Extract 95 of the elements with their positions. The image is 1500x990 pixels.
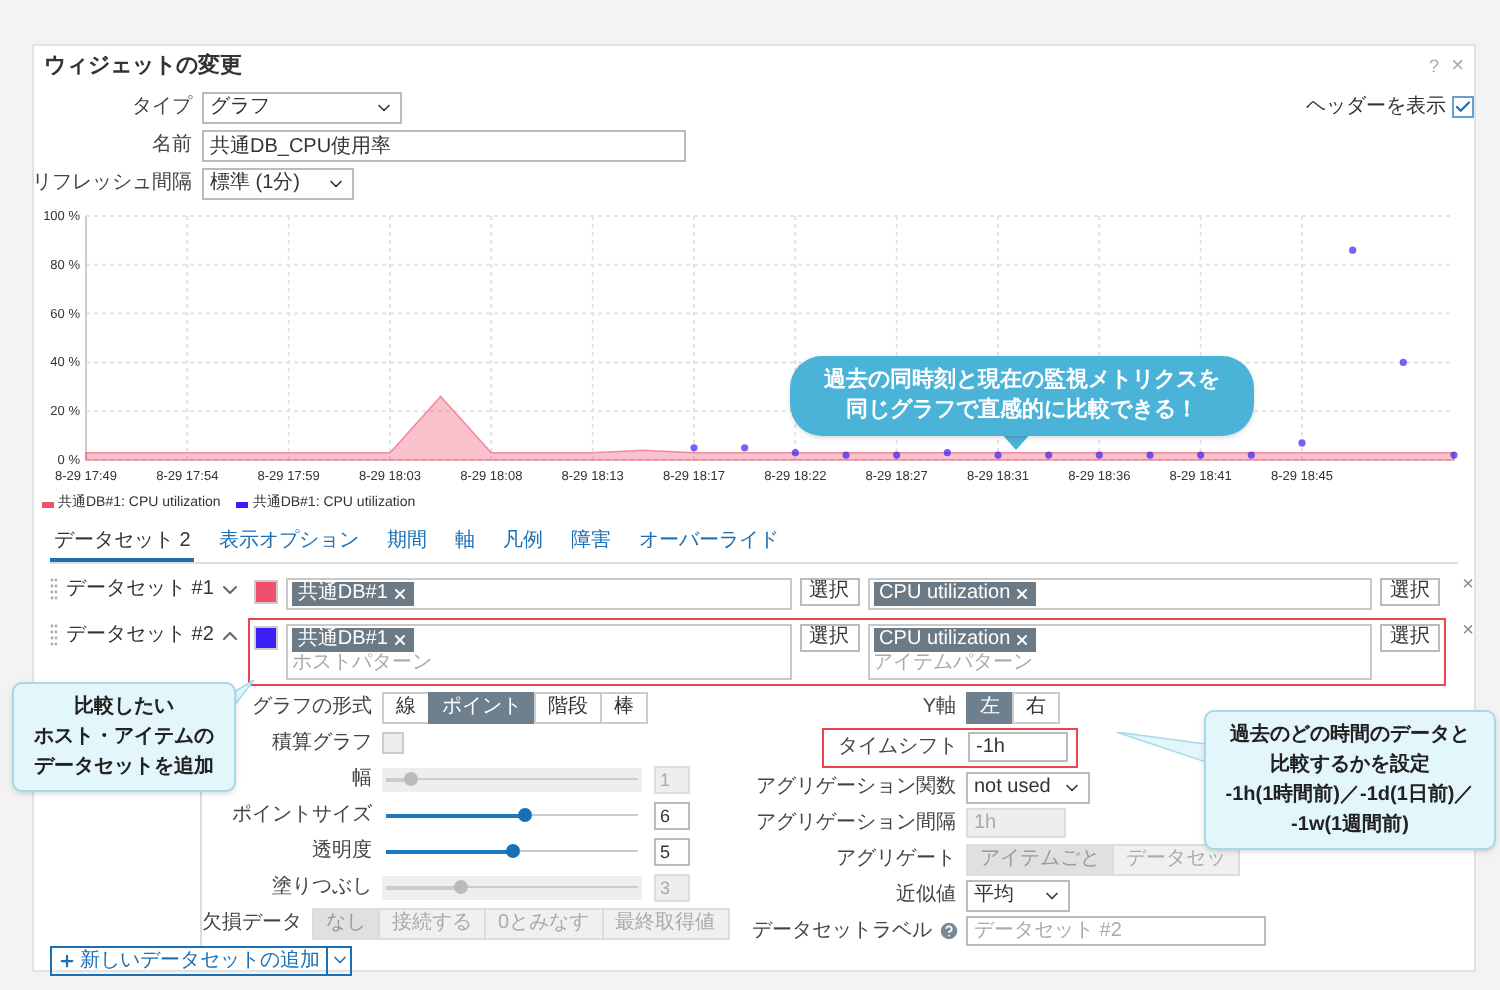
remove-icon[interactable]: [391, 585, 408, 601]
plus-icon: [58, 951, 76, 969]
value-field[interactable]: 6: [654, 801, 690, 829]
tab[interactable]: 障害: [566, 525, 615, 561]
remove-button[interactable]: ×: [1462, 619, 1475, 643]
data-point: [842, 450, 850, 458]
remove-button[interactable]: ×: [1462, 573, 1475, 597]
value-field[interactable]: 5: [654, 837, 690, 865]
color-swatch[interactable]: [253, 579, 278, 603]
select-button[interactable]: 選択: [799, 577, 860, 605]
checkbox[interactable]: [1452, 96, 1474, 118]
data-point: [690, 443, 698, 451]
callout-bubble: 過去の同時刻と現在の監視メトリクスを 同じグラフで直感的に比較できる！: [790, 356, 1254, 436]
check-icon: [1454, 98, 1472, 116]
field-label: タイプ: [132, 93, 192, 121]
remove-icon[interactable]: [391, 631, 408, 647]
slider-thumb[interactable]: [505, 844, 519, 858]
field-label: データセットラベル: [750, 917, 934, 945]
item-field[interactable]: CPU utilization アイテムパターン: [867, 623, 1373, 679]
dataset-label: データセット #2: [66, 621, 216, 649]
field-label: 幅: [352, 765, 372, 793]
item-field[interactable]: CPU utilization: [867, 577, 1373, 609]
field-label: 名前: [152, 131, 192, 159]
data-point: [1298, 438, 1306, 446]
field-label: 積算グラフ: [272, 729, 372, 757]
segment-option[interactable]: ポイント: [428, 691, 536, 723]
dialog-title: ウィジェットの変更: [44, 51, 244, 82]
tab[interactable]: 表示オプション: [214, 525, 363, 561]
color-swatch[interactable]: [253, 625, 278, 649]
field-label: タイムシフト: [838, 733, 958, 761]
dropdown-button[interactable]: [326, 945, 352, 975]
item-tag[interactable]: CPU utilization: [873, 581, 1037, 605]
data-point: [1450, 450, 1458, 458]
data-point: [1146, 450, 1154, 458]
host-tag[interactable]: 共通DB#1: [291, 581, 414, 605]
name-field[interactable]: 共通DB_CPU使用率: [202, 129, 686, 161]
item-tag[interactable]: CPU utilization: [873, 627, 1037, 651]
callout-bubble: 比較したい ホスト・アイテムの データセットを追加: [12, 682, 236, 792]
field-label: 透明度: [312, 837, 372, 865]
data-point: [1399, 357, 1407, 365]
data-point: [1095, 450, 1103, 458]
tab[interactable]: 期間: [382, 525, 431, 561]
field-label: アグリゲーション間隔: [756, 809, 956, 837]
tab[interactable]: データセット 2: [50, 525, 195, 561]
drag-handle-icon[interactable]: [50, 577, 58, 601]
segment-option[interactable]: 階段: [534, 691, 602, 723]
data-point: [893, 450, 901, 458]
field-label: アグリゲーション関数: [756, 773, 956, 801]
field-label: 欠損データ: [202, 909, 302, 937]
field-label: グラフの形式: [252, 693, 372, 721]
select-button[interactable]: 選択: [799, 623, 860, 651]
data-point: [791, 448, 799, 456]
dropdown[interactable]: 平均: [966, 879, 1070, 911]
field-label: 塗りつぶし: [272, 873, 372, 901]
remove-icon[interactable]: [1014, 585, 1031, 601]
segment-option[interactable]: 線: [382, 691, 430, 723]
dropdown[interactable]: グラフ: [202, 91, 402, 123]
callout-pointer: [1116, 732, 1206, 764]
host-field[interactable]: 共通DB#1: [285, 577, 792, 609]
data-point: [994, 450, 1002, 458]
remove-icon[interactable]: [1014, 631, 1031, 647]
data-point: [1349, 245, 1357, 253]
tab[interactable]: オーバーライド: [634, 525, 783, 561]
dropdown[interactable]: not used: [966, 771, 1090, 803]
slider-track[interactable]: [382, 803, 642, 827]
data-point: [943, 448, 951, 456]
dataset-label: データセット #1: [66, 575, 216, 603]
field-label: リフレッシュ間隔: [32, 169, 192, 197]
slider-track[interactable]: [382, 839, 642, 863]
segment-option[interactable]: 右: [1012, 691, 1060, 723]
data-point: [1197, 450, 1205, 458]
tab[interactable]: 軸: [450, 525, 479, 561]
dropdown[interactable]: 標準 (1分): [202, 167, 354, 199]
dataset-label-field[interactable]: データセット #2: [966, 915, 1266, 945]
data-point: [1045, 450, 1053, 458]
callout-bubble: 過去のどの時間のデータと 比較するかを設定 -1h(1時間前)／-1d(1日前)／ -1w(1週間前): [1204, 710, 1496, 850]
segment-option[interactable]: 棒: [600, 691, 648, 723]
tab[interactable]: 凡例: [498, 525, 547, 561]
add-dataset-button[interactable]: 新しいデータセットの追加: [50, 945, 328, 975]
field-label: ポイントサイズ: [232, 801, 372, 829]
field-label: Y軸: [922, 693, 956, 721]
select-button[interactable]: 選択: [1380, 623, 1441, 651]
help-icon[interactable]: [938, 919, 960, 941]
data-point: [741, 443, 749, 451]
field-label: アグリゲート: [836, 845, 956, 873]
time-shift-field[interactable]: -1h: [968, 732, 1068, 762]
slider-thumb[interactable]: [517, 808, 532, 822]
field-label: 近似値: [896, 881, 956, 909]
select-button[interactable]: 選択: [1380, 577, 1441, 605]
data-point: [1247, 450, 1255, 458]
field-label: ヘッダーを表示: [1306, 93, 1446, 122]
segment-option[interactable]: 左: [966, 691, 1014, 723]
host-tag[interactable]: 共通DB#1: [291, 627, 414, 651]
drag-handle-icon[interactable]: [50, 623, 58, 647]
host-field[interactable]: 共通DB#1 ホストパターン: [285, 623, 792, 679]
